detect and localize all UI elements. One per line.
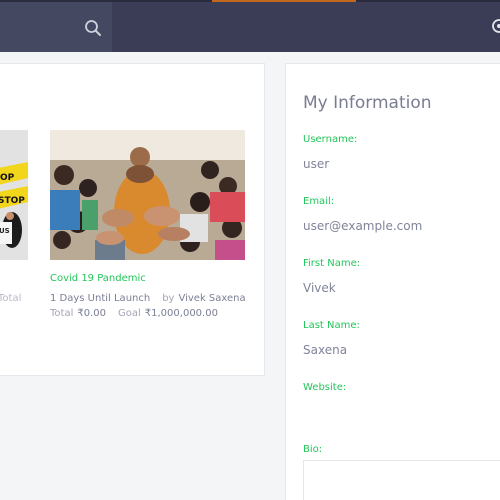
email-value: user@example.com [303, 219, 423, 233]
launch-countdown: 1 Days Until Launch [50, 293, 151, 304]
first-name-label: First Name: [303, 258, 361, 269]
top-navbar [0, 0, 500, 52]
username-label: Username: [303, 134, 358, 145]
username-value: user [303, 157, 330, 171]
search-box[interactable] [0, 2, 112, 52]
campaign-amounts: Total ₹0.00 Goal ₹1,000,000.00 [50, 308, 230, 319]
bio-textarea[interactable] [303, 460, 500, 500]
partial-total-label: Total [0, 293, 22, 304]
active-nav-indicator [212, 0, 356, 2]
gear-icon[interactable] [490, 17, 500, 35]
goal-label: Goal [118, 308, 141, 319]
sign-text-3: US [0, 227, 10, 235]
by-label: by [162, 293, 175, 304]
email-label: Email: [303, 196, 335, 207]
bio-label: Bio: [303, 444, 323, 455]
campaign-meta: 1 Days Until Launch by Vivek Saxena [50, 293, 246, 304]
search-icon[interactable] [84, 19, 102, 37]
campaign-image[interactable] [50, 130, 245, 260]
campaign-author: Vivek Saxena [178, 293, 246, 304]
last-name-label: Last Name: [303, 320, 360, 331]
campaign-image-partial[interactable]: OP STOP US [0, 130, 28, 260]
sign-text-1: OP [0, 173, 15, 183]
total-value: ₹0.00 [77, 308, 106, 319]
last-name-value: Saxena [303, 343, 348, 357]
first-name-value: Vivek [303, 281, 336, 295]
panel-title: My Information [303, 93, 432, 113]
website-label: Website: [303, 382, 347, 393]
sign-text-2: STOP [0, 196, 25, 206]
total-label: Total [50, 308, 74, 319]
campaign-title-link[interactable]: Covid 19 Pandemic [50, 273, 146, 284]
goal-value: ₹1,000,000.00 [144, 308, 218, 319]
